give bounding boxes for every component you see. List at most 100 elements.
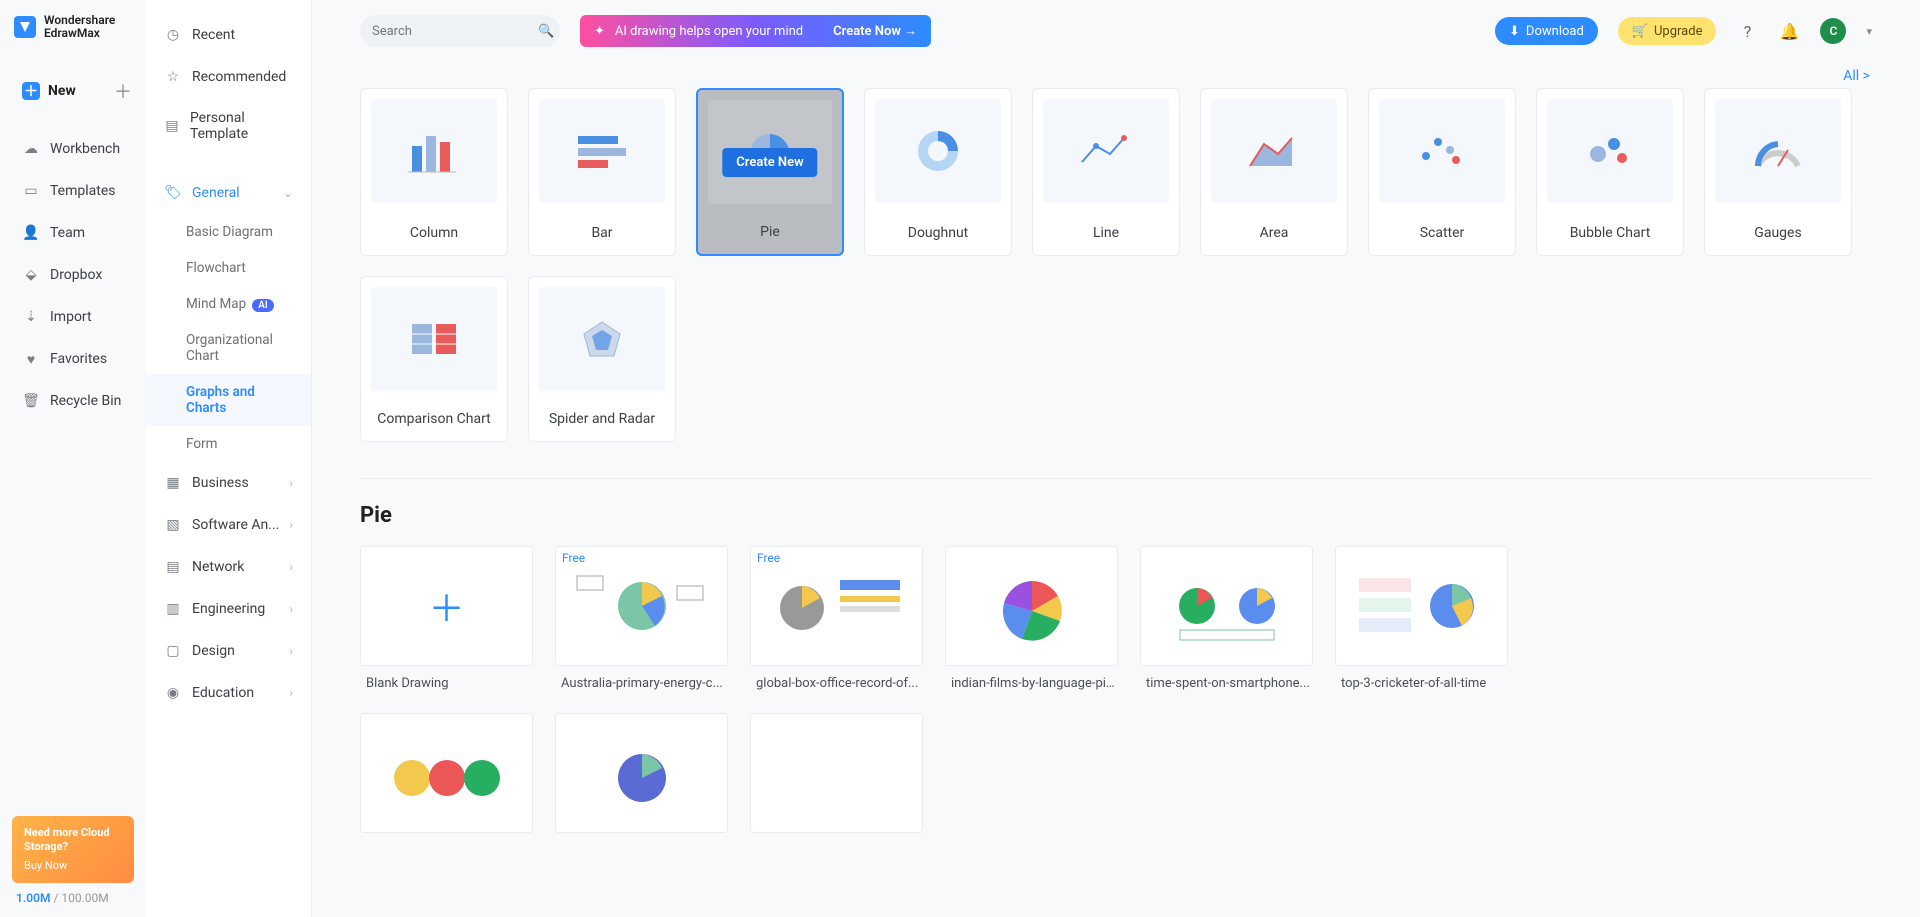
chart-thumb	[1547, 99, 1673, 203]
ai-badge: AI	[252, 299, 274, 312]
template-card[interactable]: indian-films-by-language-pi...	[945, 546, 1118, 691]
chart-thumb	[539, 287, 665, 391]
top-bar: 🔍 ✦ AI drawing helps open your mind Crea…	[360, 10, 1872, 52]
chart-type-label: Comparison Chart	[361, 401, 507, 441]
cloud-icon: ☁	[22, 140, 40, 158]
avatar[interactable]: C	[1820, 18, 1846, 44]
template-grid: ＋Blank Drawing Free Australia-primary-ener…	[360, 546, 1872, 691]
sub-graphs-and-charts[interactable]: Graphs and Charts	[146, 374, 311, 426]
chart-type-label: Line	[1033, 215, 1179, 255]
all-link[interactable]: All >	[360, 52, 1872, 88]
tag-icon: 🏷	[164, 184, 182, 202]
template-thumb	[1140, 546, 1313, 666]
template-thumb: Free	[555, 546, 728, 666]
design-icon: ▢	[164, 642, 182, 660]
chart-type-scatter[interactable]: Scatter	[1368, 88, 1516, 256]
chart-type-column[interactable]: Column	[360, 88, 508, 256]
nav-recent[interactable]: ◷Recent	[146, 14, 311, 56]
category-business[interactable]: ▦Business›	[146, 462, 311, 504]
chevron-right-icon: ›	[289, 560, 293, 574]
nav-recommended[interactable]: ☆Recommended	[146, 56, 311, 98]
nav-workbench[interactable]: ☁Workbench	[0, 128, 146, 170]
chart-type-bubble-chart[interactable]: Bubble Chart	[1536, 88, 1684, 256]
chart-type-line[interactable]: Line	[1032, 88, 1180, 256]
chart-type-label: Scatter	[1369, 215, 1515, 255]
nav-personal-template[interactable]: ▤Personal Template	[146, 98, 311, 154]
template-card[interactable]	[750, 713, 923, 833]
template-card[interactable]: time-spent-on-smartphone...	[1140, 546, 1313, 691]
ai-banner[interactable]: ✦ AI drawing helps open your mind Create…	[580, 15, 931, 47]
chart-type-bar[interactable]: Bar	[528, 88, 676, 256]
template-card[interactable]: Free Australia-primary-energy-c...	[555, 546, 728, 691]
storage-usage: 1.00M / 100.00M	[12, 883, 134, 905]
category-education[interactable]: ◉Education›	[146, 672, 311, 714]
briefcase-icon: ▦	[164, 474, 182, 492]
template-label: indian-films-by-language-pi...	[945, 666, 1118, 691]
upgrade-button[interactable]: 🛒Upgrade	[1618, 17, 1717, 45]
template-label: Australia-primary-energy-c...	[555, 666, 728, 691]
template-card[interactable]: top-3-cricketer-of-all-time	[1335, 546, 1508, 691]
category-general[interactable]: 🏷General⌄	[146, 172, 311, 214]
nav-team[interactable]: 👤Team	[0, 212, 146, 254]
storage-promo[interactable]: Need more Cloud Storage? Buy Now	[12, 816, 134, 883]
template-card[interactable]	[555, 713, 728, 833]
chart-thumb	[1379, 99, 1505, 203]
sub-flowchart[interactable]: Flowchart	[146, 250, 311, 286]
chart-type-grid: Column BarCreate NewPie Doughnut Line Area Sc…	[360, 88, 1872, 442]
import-icon: ⇣	[22, 308, 40, 326]
trash-icon: 🗑	[22, 392, 40, 410]
chart-type-comparison-chart[interactable]: Comparison Chart	[360, 276, 508, 442]
chevron-right-icon: ›	[289, 602, 293, 616]
app-logo: WondershareEdrawMax	[0, 14, 146, 60]
chart-type-gauges[interactable]: Gauges	[1704, 88, 1852, 256]
search-icon: 🔍	[538, 24, 554, 39]
nav-recycle-bin[interactable]: 🗑Recycle Bin	[0, 380, 146, 422]
template-label: Blank Drawing	[360, 666, 533, 691]
template-card[interactable]: ＋Blank Drawing	[360, 546, 533, 691]
chart-type-label: Bubble Chart	[1537, 215, 1683, 255]
template-card[interactable]	[360, 713, 533, 833]
sub-mind-map[interactable]: Mind MapAI	[146, 286, 311, 322]
chart-thumb	[371, 99, 497, 203]
search-box[interactable]: 🔍	[360, 15, 560, 47]
category-network[interactable]: ▤Network›	[146, 546, 311, 588]
download-button[interactable]: ⬇Download	[1495, 17, 1598, 45]
chevron-down-icon[interactable]: ▾	[1866, 25, 1872, 38]
chart-type-spider-and-radar[interactable]: Spider and Radar	[528, 276, 676, 442]
chart-type-area[interactable]: Area	[1200, 88, 1348, 256]
template-label: top-3-cricketer-of-all-time	[1335, 666, 1508, 691]
chevron-right-icon: ›	[289, 476, 293, 490]
chart-type-doughnut[interactable]: Doughnut	[864, 88, 1012, 256]
chart-type-pie[interactable]: Create NewPie	[696, 88, 844, 256]
sub-basic-diagram[interactable]: Basic Diagram	[146, 214, 311, 250]
templates-icon: ▭	[22, 182, 40, 200]
template-grid-row2	[360, 713, 1872, 833]
help-icon[interactable]: ?	[1736, 20, 1758, 42]
chart-thumb	[1715, 99, 1841, 203]
nav-import[interactable]: ⇣Import	[0, 296, 146, 338]
chart-type-label: Column	[361, 215, 507, 255]
category-software[interactable]: ▧Software An...›	[146, 504, 311, 546]
primary-sidebar: WondershareEdrawMax ＋ New ＋ ☁Workbench ▭…	[0, 0, 146, 917]
sub-organizational-chart[interactable]: Organizational Chart	[146, 322, 311, 374]
new-button[interactable]: ＋ New	[22, 82, 76, 100]
chart-thumb	[1211, 99, 1337, 203]
nav-favorites[interactable]: ♥Favorites	[0, 338, 146, 380]
category-design[interactable]: ▢Design›	[146, 630, 311, 672]
nav-dropbox[interactable]: ⬙Dropbox	[0, 254, 146, 296]
chart-type-label: Doughnut	[865, 215, 1011, 255]
category-engineering[interactable]: ▥Engineering›	[146, 588, 311, 630]
free-tag: Free	[562, 551, 585, 565]
free-tag: Free	[757, 551, 780, 565]
sub-form[interactable]: Form	[146, 426, 311, 462]
create-new-button[interactable]: Create New	[722, 148, 817, 177]
section-title: Pie	[360, 503, 1872, 528]
bell-icon[interactable]: 🔔	[1778, 20, 1800, 42]
engineering-icon: ▥	[164, 600, 182, 618]
add-icon[interactable]: ＋	[114, 78, 132, 104]
search-input[interactable]	[372, 24, 538, 39]
template-card[interactable]: Freeglobal-box-office-record-of...	[750, 546, 923, 691]
chart-thumb	[875, 99, 1001, 203]
nav-templates[interactable]: ▭Templates	[0, 170, 146, 212]
chart-thumb	[539, 99, 665, 203]
